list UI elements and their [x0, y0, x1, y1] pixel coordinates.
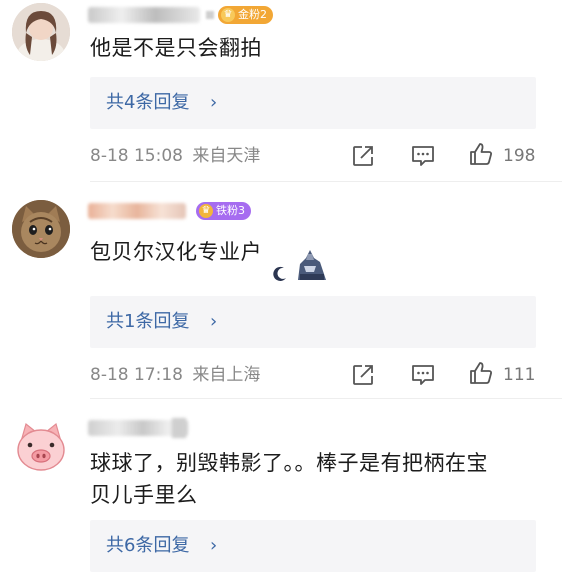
comment-text: 包贝尔汉化专业户 — [90, 240, 262, 264]
pig-avatar-icon — [12, 418, 70, 476]
divider — [90, 181, 562, 182]
reply-count-label: 共1条回复 — [106, 311, 190, 332]
comment-text-line: 贝儿手里么 — [90, 483, 198, 507]
crown-icon: ♛ — [221, 8, 235, 22]
comment-text-line: 球球了，别毁韩影了。。棒子是有把柄在宝 — [90, 451, 488, 475]
fan-badge-label: 金粉2 — [238, 8, 267, 21]
comment-item: ♛ 铁粉3 包贝尔汉化专业户 共1条回复 › 8-18 17:18 来自上海 1… — [0, 192, 562, 392]
crown-icon: ♛ — [199, 204, 213, 218]
comment-location: 来自上海 — [192, 365, 261, 385]
thumbs-up-icon[interactable] — [468, 360, 494, 386]
comment-item: ♛ 金粉2 他是不是只会翻拍 共4条回复 › 8-18 15:08 来自天津 1… — [0, 0, 562, 180]
person-photo-avatar-icon — [12, 3, 70, 61]
fan-badge-label: 铁粉3 — [216, 204, 245, 217]
username-dot — [206, 11, 214, 19]
username[interactable] — [88, 7, 200, 23]
user-avatar[interactable] — [12, 3, 70, 61]
fan-badge[interactable]: ♛ 铁粉3 — [196, 202, 251, 220]
divider — [90, 398, 562, 399]
comment-date: 8-18 15:08 — [90, 146, 183, 166]
chevron-right-icon: › — [210, 311, 218, 332]
comment-icon[interactable] — [410, 143, 436, 169]
reply-count-label: 共6条回复 — [106, 535, 190, 556]
comment-location: 来自天津 — [192, 146, 261, 166]
user-avatar[interactable] — [12, 418, 70, 476]
thumbs-up-icon[interactable] — [468, 141, 494, 167]
like-count: 111 — [503, 365, 536, 385]
comment-date: 8-18 17:18 — [90, 365, 183, 385]
username-icon — [172, 418, 186, 438]
comment-meta: 8-18 15:08 来自天津 — [90, 144, 260, 168]
view-replies-button[interactable]: 共1条回复 › — [90, 296, 536, 348]
view-replies-button[interactable]: 共4条回复 › — [90, 77, 536, 129]
moon-warrior-sticker-icon — [273, 250, 326, 281]
view-replies-button[interactable]: 共6条回复 › — [90, 520, 536, 572]
user-avatar[interactable] — [12, 200, 70, 258]
username[interactable] — [88, 203, 186, 219]
emoji-sticker — [270, 242, 332, 282]
comment-item: 球球了，别毁韩影了。。棒子是有把柄在宝 贝儿手里么 共6条回复 › — [0, 408, 562, 578]
comment-text: 他是不是只会翻拍 — [90, 36, 262, 60]
comment-meta: 8-18 17:18 来自上海 — [90, 363, 260, 387]
share-icon[interactable] — [350, 143, 376, 169]
like-count: 198 — [503, 146, 536, 166]
comment-icon[interactable] — [410, 362, 436, 388]
chevron-right-icon: › — [210, 535, 218, 556]
reply-count-label: 共4条回复 — [106, 92, 190, 113]
cat-avatar-icon — [12, 200, 70, 258]
fan-badge[interactable]: ♛ 金粉2 — [218, 6, 273, 24]
share-icon[interactable] — [350, 362, 376, 388]
chevron-right-icon: › — [210, 92, 218, 113]
